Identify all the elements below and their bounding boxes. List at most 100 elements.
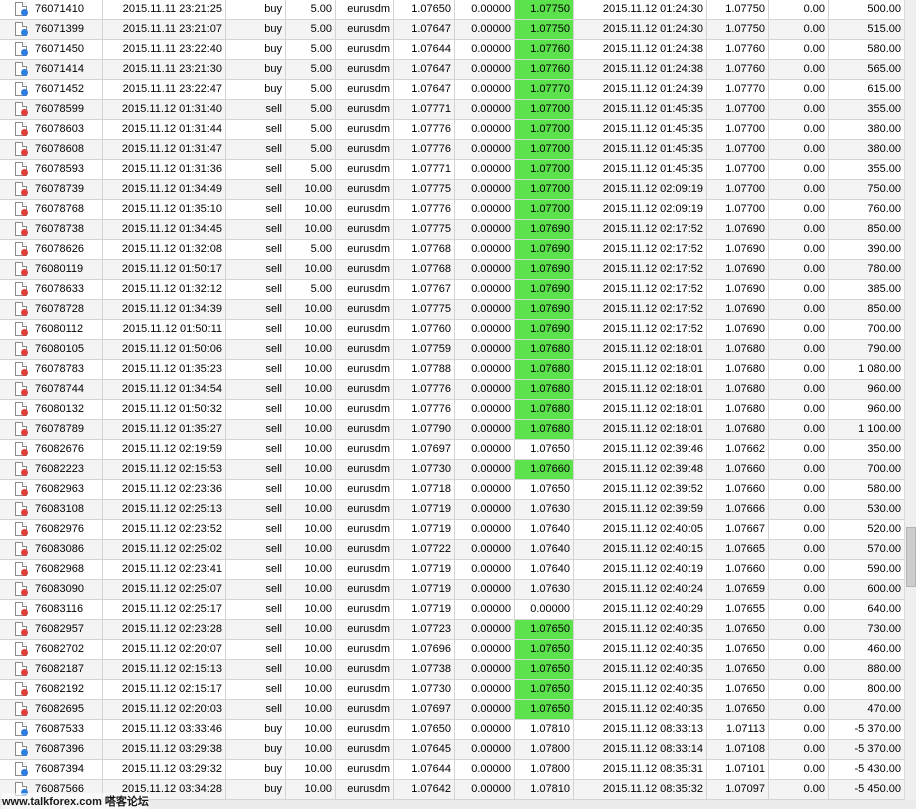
size-cell: 10.00 [286, 320, 336, 339]
table-row[interactable]: 76082695 2015.11.12 02:20:03 sell 10.00 euru… [0, 700, 904, 720]
table-row[interactable]: 76078768 2015.11.12 01:35:10 sell 10.00 euru… [0, 200, 904, 220]
vertical-scrollbar[interactable] [904, 0, 916, 809]
close-time-cell: 2015.11.12 01:45:35 [574, 140, 707, 159]
table-row[interactable]: 76078783 2015.11.12 01:35:23 sell 10.00 euru… [0, 360, 904, 380]
close-time-cell: 2015.11.12 08:33:13 [574, 720, 707, 739]
table-row[interactable]: 76080105 2015.11.12 01:50:06 sell 10.00 euru… [0, 340, 904, 360]
table-row[interactable]: 76078739 2015.11.12 01:34:49 sell 10.00 euru… [0, 180, 904, 200]
commission-cell: 0.00 [769, 280, 829, 299]
table-row[interactable]: 76078789 2015.11.12 01:35:27 sell 10.00 euru… [0, 420, 904, 440]
open-price-cell: 1.07647 [394, 80, 455, 99]
table-row[interactable]: 76071452 2015.11.11 23:22:47 buy 5.00 eurusd… [0, 80, 904, 100]
table-row[interactable]: 76087533 2015.11.12 03:33:46 buy 10.00 eurus… [0, 720, 904, 740]
take-profit-cell: 1.07700 [515, 100, 574, 119]
close-time-cell: 2015.11.12 02:17:52 [574, 320, 707, 339]
commission-cell: 0.00 [769, 120, 829, 139]
table-row[interactable]: 76078608 2015.11.12 01:31:47 sell 5.00 eurus… [0, 140, 904, 160]
table-row[interactable]: 76083116 2015.11.12 02:25:17 sell 10.00 euru… [0, 600, 904, 620]
symbol-cell: eurusdm [336, 760, 394, 779]
stop-loss-cell: 0.00000 [455, 700, 515, 719]
table-row[interactable]: 76082223 2015.11.12 02:15:53 sell 10.00 euru… [0, 460, 904, 480]
ticket-cell: 76071450 [0, 40, 103, 59]
take-profit-cell: 1.07700 [515, 120, 574, 139]
table-row[interactable]: 76082976 2015.11.12 02:23:52 sell 10.00 euru… [0, 520, 904, 540]
close-time-cell: 2015.11.12 02:18:01 [574, 380, 707, 399]
table-row[interactable]: 76080119 2015.11.12 01:50:17 sell 10.00 euru… [0, 260, 904, 280]
table-row[interactable]: 76087396 2015.11.12 03:29:38 buy 10.00 eurus… [0, 740, 904, 760]
table-row[interactable]: 76082676 2015.11.12 02:19:59 sell 10.00 euru… [0, 440, 904, 460]
table-row[interactable]: 76082968 2015.11.12 02:23:41 sell 10.00 euru… [0, 560, 904, 580]
table-row[interactable]: 76083108 2015.11.12 02:25:13 sell 10.00 euru… [0, 500, 904, 520]
close-time-cell: 2015.11.12 08:35:31 [574, 760, 707, 779]
table-row[interactable]: 76080112 2015.11.12 01:50:11 sell 10.00 euru… [0, 320, 904, 340]
close-price-cell: 1.07680 [707, 360, 769, 379]
commission-cell: 0.00 [769, 640, 829, 659]
table-row[interactable]: 76078599 2015.11.12 01:31:40 sell 5.00 eurus… [0, 100, 904, 120]
open-time-cell: 2015.11.12 02:23:52 [103, 520, 226, 539]
size-cell: 10.00 [286, 380, 336, 399]
profit-cell: 385.00 [867, 283, 901, 295]
ticket-number: 76078728 [35, 303, 84, 315]
table-row[interactable]: 76082957 2015.11.12 02:23:28 sell 10.00 euru… [0, 620, 904, 640]
type-cell: buy [226, 60, 286, 79]
open-price-cell: 1.07730 [394, 460, 455, 479]
size-cell: 10.00 [286, 260, 336, 279]
table-row[interactable]: 76082187 2015.11.12 02:15:13 sell 10.00 euru… [0, 660, 904, 680]
close-time-cell: 2015.11.12 02:40:35 [574, 640, 707, 659]
symbol-cell: eurusdm [336, 380, 394, 399]
commission-cell: 0.00 [769, 400, 829, 419]
commission-cell: 0.00 [769, 560, 829, 579]
open-time-cell: 2015.11.12 01:35:27 [103, 420, 226, 439]
stop-loss-cell: 0.00000 [455, 400, 515, 419]
sell-order-icon [21, 449, 28, 456]
stop-loss-cell: 0.00000 [455, 600, 515, 619]
profit-cell: 355.00 [867, 103, 901, 115]
table-row[interactable]: 76082963 2015.11.12 02:23:36 sell 10.00 euru… [0, 480, 904, 500]
profit-cell: -5 370.00 [854, 743, 901, 755]
ticket-cell: 76078593 [0, 160, 103, 179]
stop-loss-cell: 0.00000 [455, 580, 515, 599]
table-row[interactable]: 76078593 2015.11.12 01:31:36 sell 5.00 eurus… [0, 160, 904, 180]
table-row[interactable]: 76082702 2015.11.12 02:20:07 sell 10.00 euru… [0, 640, 904, 660]
ticket-number: 76071450 [35, 43, 84, 55]
table-row[interactable]: 76082192 2015.11.12 02:15:17 sell 10.00 euru… [0, 680, 904, 700]
commission-cell: 0.00 [769, 40, 829, 59]
symbol-cell: eurusdm [336, 420, 394, 439]
close-time-cell: 2015.11.12 02:40:35 [574, 660, 707, 679]
sell-order-icon [21, 229, 28, 236]
open-price-cell: 1.07642 [394, 780, 455, 799]
symbol-cell: eurusdm [336, 660, 394, 679]
table-row[interactable]: 76071414 2015.11.11 23:21:30 buy 5.00 eurusd… [0, 60, 904, 80]
buy-order-icon [21, 769, 28, 776]
table-row[interactable]: 76080132 2015.11.12 01:50:32 sell 10.00 euru… [0, 400, 904, 420]
take-profit-cell: 1.07640 [515, 560, 574, 579]
ticket-number: 76082192 [35, 683, 84, 695]
symbol-cell: eurusdm [336, 580, 394, 599]
table-row[interactable]: 76078626 2015.11.12 01:32:08 sell 5.00 eurus… [0, 240, 904, 260]
symbol-cell: eurusdm [336, 540, 394, 559]
table-row[interactable]: 76071410 2015.11.11 23:21:25 buy 5.00 eurusd… [0, 0, 904, 20]
open-price-cell: 1.07768 [394, 260, 455, 279]
table-row[interactable]: 76083086 2015.11.12 02:25:02 sell 10.00 euru… [0, 540, 904, 560]
open-price-cell: 1.07718 [394, 480, 455, 499]
table-row[interactable]: 76078603 2015.11.12 01:31:44 sell 5.00 eurus… [0, 120, 904, 140]
ticket-number: 76087533 [35, 723, 84, 735]
ticket-number: 76078633 [35, 283, 84, 295]
open-price-cell: 1.07719 [394, 600, 455, 619]
type-cell: sell [226, 320, 286, 339]
table-row[interactable]: 76071450 2015.11.11 23:22:40 buy 5.00 eurusd… [0, 40, 904, 60]
scrollbar-thumb[interactable] [906, 527, 916, 587]
table-row[interactable]: 76078744 2015.11.12 01:34:54 sell 10.00 euru… [0, 380, 904, 400]
close-price-cell: 1.07662 [707, 440, 769, 459]
stop-loss-cell: 0.00000 [455, 160, 515, 179]
table-row[interactable]: 76078738 2015.11.12 01:34:45 sell 10.00 euru… [0, 220, 904, 240]
table-row[interactable]: 76083090 2015.11.12 02:25:07 sell 10.00 euru… [0, 580, 904, 600]
symbol-cell: eurusdm [336, 740, 394, 759]
table-row[interactable]: 76087394 2015.11.12 03:29:32 buy 10.00 eurus… [0, 760, 904, 780]
table-row[interactable]: 76071399 2015.11.11 23:21:07 buy 5.00 eurusd… [0, 20, 904, 40]
table-row[interactable]: 76078633 2015.11.12 01:32:12 sell 5.00 eurus… [0, 280, 904, 300]
profit-cell: 700.00 [867, 463, 901, 475]
open-price-cell: 1.07730 [394, 680, 455, 699]
table-row[interactable]: 76078728 2015.11.12 01:34:39 sell 10.00 euru… [0, 300, 904, 320]
stop-loss-cell: 0.00000 [455, 640, 515, 659]
